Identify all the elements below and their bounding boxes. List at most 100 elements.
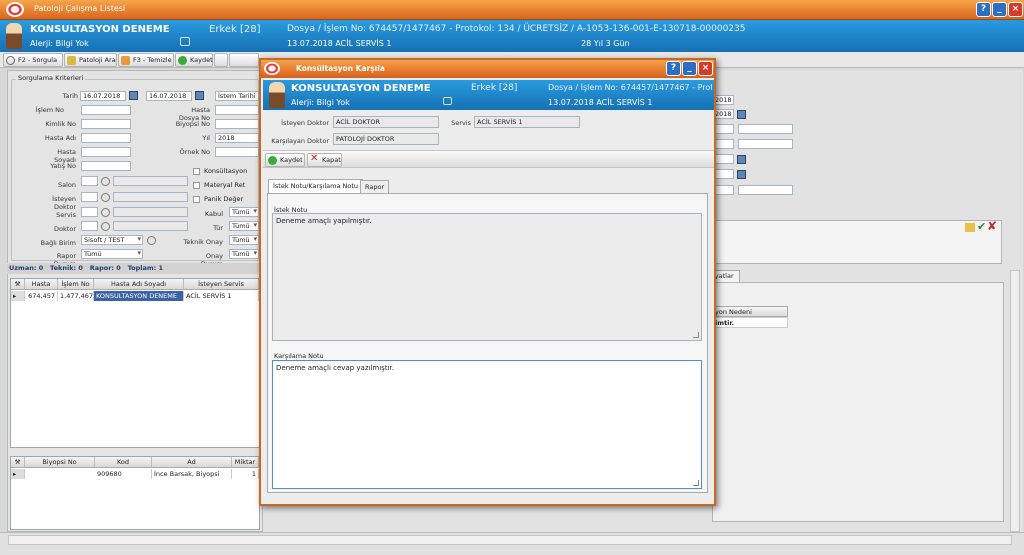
teknik-onay-select[interactable]: Tümü — [229, 235, 259, 245]
kimlik-no-input[interactable] — [81, 119, 131, 129]
vertical-scrollbar[interactable] — [1010, 270, 1020, 532]
column-header[interactable]: İşlem No — [58, 279, 94, 289]
toolbar-extra-button[interactable] — [214, 53, 228, 67]
biyopsi-no-label: Biyopsi No — [175, 120, 210, 128]
karsilayan-doktor-label: Karşılayan Doktor — [271, 137, 329, 145]
folder-icon[interactable] — [965, 223, 975, 232]
toplam-count: Toplam: 1 — [127, 264, 164, 272]
query-button[interactable]: F2 - Sorgula — [3, 53, 63, 67]
help-icon[interactable]: ? — [976, 2, 991, 17]
patient-avatar — [6, 23, 22, 49]
column-header[interactable]: İsteyen Servis — [184, 279, 259, 289]
checkmark-icon — [178, 56, 187, 65]
isteyen-doktor-code-input[interactable] — [81, 192, 98, 202]
yil-input[interactable]: 2018 — [215, 133, 259, 143]
row-indicator: ▸ — [11, 469, 25, 479]
istek-notu-textarea[interactable]: Deneme amaçlı yapılmıştır. — [272, 213, 702, 341]
right-tab[interactable]: iyatlar — [712, 270, 740, 282]
panik-deger-label: Panik Değer — [204, 195, 244, 203]
minimize-icon[interactable]: _ — [682, 61, 697, 76]
column-header[interactable]: Ad — [152, 457, 232, 467]
materyal-ret-checkbox[interactable] — [193, 182, 200, 189]
patient-age-detail: 28 Yıl 3 Gün — [581, 39, 630, 48]
islem-no-input[interactable] — [81, 105, 131, 115]
panik-deger-checkbox[interactable] — [193, 196, 200, 203]
column-header[interactable]: Hasta — [25, 279, 58, 289]
search-icon[interactable] — [101, 177, 110, 186]
help-icon[interactable]: ? — [666, 61, 681, 76]
tur-select[interactable]: Tümü — [229, 221, 259, 231]
salon-code-input[interactable] — [81, 176, 98, 186]
doktor-code-input[interactable] — [81, 221, 98, 231]
servis-code-input[interactable] — [81, 207, 98, 217]
karsilama-notu-textarea[interactable]: Deneme amaçlı cevap yazılmıştır. — [272, 360, 702, 489]
onay-durum-select[interactable]: Tümü — [229, 249, 259, 259]
tab-istek-notu[interactable]: İstek Notu/Karşılama Notu — [268, 179, 364, 193]
table-row[interactable]: ▸ 674,457 1,477,467 KONSULTASYON DENEME … — [11, 291, 259, 302]
salon-name-field — [113, 176, 188, 186]
resize-grip-icon[interactable] — [693, 332, 699, 338]
date-to-field[interactable]: 16.07.2018 — [146, 91, 192, 101]
yatis-no-label: Yatış No — [50, 162, 76, 170]
isteyen-doktor-field: ACİL DOKTOR — [333, 116, 439, 128]
pathology-search-button[interactable]: Patoloji Ara — [64, 53, 117, 67]
checkmark-icon — [268, 156, 277, 165]
calendar-icon[interactable] — [129, 91, 138, 100]
search-icon[interactable] — [147, 236, 156, 245]
right-note-area[interactable] — [712, 220, 1002, 264]
dialog-close-button[interactable]: ✕ Kapat — [307, 153, 342, 167]
dialog-close-label: Kapat — [322, 156, 341, 164]
column-header[interactable]: Miktar — [232, 457, 259, 467]
table-cell: KONSULTASYON DENEME — [94, 291, 184, 301]
search-icon[interactable] — [101, 193, 110, 202]
patient-name: KONSULTASYON DENEME — [30, 24, 170, 35]
approve-icon[interactable]: ✔ — [977, 220, 986, 233]
minimize-icon[interactable]: _ — [992, 2, 1007, 17]
bagli-birim-select[interactable]: Sisoft / TEST — [81, 235, 143, 245]
column-header[interactable]: Biyopsi No — [25, 457, 95, 467]
wrench-icon: ⚒ — [11, 279, 25, 289]
close-icon[interactable]: × — [1008, 2, 1023, 17]
table-row[interactable]: ▸ 909680 İnce Barsak, Biyopsi 1 — [11, 469, 259, 480]
search-icon[interactable] — [101, 222, 110, 231]
save-button[interactable]: Kaydet — [175, 53, 213, 67]
right-input[interactable] — [738, 124, 793, 134]
patient-allergy: Alerji: Bilgi Yok — [291, 98, 350, 107]
search-icon[interactable] — [101, 208, 110, 217]
salon-label: Salon — [57, 181, 76, 189]
dialog-title: Konsültasyon Karşıla — [296, 64, 385, 73]
calendar-icon[interactable] — [737, 155, 746, 164]
close-icon[interactable]: × — [698, 61, 713, 76]
reject-icon[interactable]: ✘ — [987, 219, 997, 233]
clear-button[interactable]: F3 - Temizle — [118, 53, 174, 67]
hasta-soyadi-input[interactable] — [81, 147, 131, 157]
dialog-save-button[interactable]: Kaydet — [265, 153, 305, 167]
column-header[interactable]: Hasta Adı Soyadı — [94, 279, 184, 289]
bagli-birim-label: Bağlı Birim — [40, 239, 76, 247]
konsultasyon-checkbox[interactable] — [193, 168, 200, 175]
counts-bar: Uzman: 0 Teknik: 0 Rapor: 0 Toplam: 1 — [7, 263, 263, 274]
resize-grip-icon[interactable] — [693, 480, 699, 486]
kabul-select[interactable]: Tümü — [229, 207, 259, 217]
yatis-no-input[interactable] — [81, 161, 131, 171]
tab-rapor[interactable]: Rapor — [360, 180, 390, 193]
horizontal-scrollbar[interactable] — [8, 535, 1012, 545]
calendar-icon[interactable] — [737, 110, 746, 119]
doktor-name-field — [113, 221, 188, 231]
date-type-select[interactable]: İstem Tarihi — [215, 91, 259, 101]
column-header[interactable]: Kod — [95, 457, 152, 467]
calendar-icon[interactable] — [737, 170, 746, 179]
patient-gender-age: Erkek [28] — [209, 24, 261, 35]
right-input[interactable] — [738, 139, 793, 149]
toolbar-extra-button-2[interactable] — [229, 53, 259, 67]
ornek-no-input[interactable] — [215, 147, 259, 157]
date-from-field[interactable]: 16.07.2018 — [80, 91, 126, 101]
calendar-icon[interactable] — [195, 91, 204, 100]
column-header[interactable]: yon Nedeni — [712, 306, 788, 317]
hasta-dosya-no-input[interactable] — [215, 105, 259, 115]
hasta-adi-input[interactable] — [81, 133, 131, 143]
right-input[interactable] — [738, 185, 793, 195]
rapor-durum-select[interactable]: Tümü — [81, 249, 143, 259]
app-logo-icon — [6, 2, 24, 17]
biyopsi-no-input[interactable] — [215, 119, 259, 129]
